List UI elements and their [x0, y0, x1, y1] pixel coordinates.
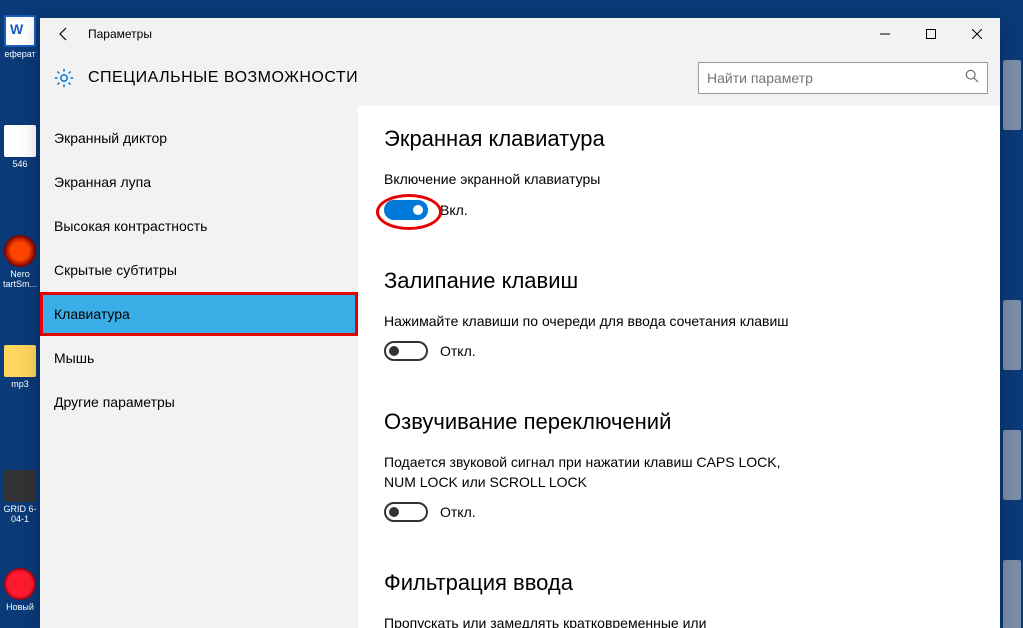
toggle-sticky-keys[interactable] — [384, 341, 428, 361]
toggle-state-text: Вкл. — [440, 202, 468, 218]
window-body: Экранный диктор Экранная лупа Высокая ко… — [40, 106, 1000, 628]
desktop: еферат 546 Nero tartSm... mp3 GRID 6-04-… — [0, 0, 40, 628]
setting-label: Нажимайте клавиши по очереди для ввода с… — [384, 312, 974, 332]
sidebar-item-label: Экранный диктор — [54, 130, 167, 146]
gear-icon — [52, 66, 76, 90]
desktop-right-slice[interactable] — [1003, 560, 1021, 628]
toggle-row: Вкл. — [384, 200, 974, 220]
sidebar-item-closed-captions[interactable]: Скрытые субтитры — [40, 248, 358, 292]
maximize-button[interactable] — [908, 18, 954, 50]
setting-label: Пропускать или замедлять кратковременные… — [384, 614, 814, 628]
content: Экранная клавиатура Включение экранной к… — [358, 106, 1000, 628]
desktop-icon-label: Новый — [6, 602, 34, 612]
search-icon — [965, 69, 979, 88]
desktop-right-slice[interactable] — [1003, 300, 1021, 370]
sidebar-item-label: Мышь — [54, 350, 94, 366]
desktop-icon-label: GRID 6-04-1 — [0, 504, 40, 524]
setting-label: Включение экранной клавиатуры — [384, 170, 974, 190]
sidebar-item-high-contrast[interactable]: Высокая контрастность — [40, 204, 358, 248]
search-input[interactable] — [707, 70, 965, 86]
desktop-icon-nero[interactable]: Nero tartSm... — [0, 235, 40, 289]
toggle-onscreen-keyboard[interactable] — [384, 200, 428, 220]
desktop-icon-word[interactable]: еферат — [0, 15, 40, 59]
desktop-right-icons — [1003, 0, 1023, 628]
desktop-icon-label: 546 — [12, 159, 27, 169]
toggle-state-text: Откл. — [440, 504, 476, 520]
search-box[interactable] — [698, 62, 988, 94]
sidebar-item-label: Другие параметры — [54, 394, 175, 410]
sidebar-item-label: Экранная лупа — [54, 174, 151, 190]
annotation-highlight — [384, 200, 428, 220]
desktop-icon-opera[interactable]: Новый — [0, 568, 40, 612]
section-title-filter-keys: Фильтрация ввода — [384, 570, 974, 596]
setting-label: Подается звуковой сигнал при нажатии кла… — [384, 453, 814, 492]
minimize-button[interactable] — [862, 18, 908, 50]
desktop-right-slice[interactable] — [1003, 430, 1021, 500]
sidebar-item-label: Высокая контрастность — [54, 218, 207, 234]
desktop-icon-txt[interactable]: 546 — [0, 125, 40, 169]
sidebar-item-mouse[interactable]: Мышь — [40, 336, 358, 380]
titlebar: Параметры — [40, 18, 1000, 50]
back-button[interactable] — [40, 18, 88, 50]
desktop-icon-label: Nero tartSm... — [0, 269, 40, 289]
section-title-onscreen-keyboard: Экранная клавиатура — [384, 126, 974, 152]
window-title: Параметры — [88, 27, 152, 41]
desktop-icon-grid[interactable]: GRID 6-04-1 — [0, 470, 40, 524]
sidebar-item-other[interactable]: Другие параметры — [40, 380, 358, 424]
desktop-right-slice[interactable] — [1003, 60, 1021, 130]
toggle-row: Откл. — [384, 341, 974, 361]
toggle-state-text: Откл. — [440, 343, 476, 359]
settings-window: Параметры СПЕЦИАЛЬНЫЕ ВОЗМОЖНОСТИ Экранн… — [40, 18, 1000, 628]
sidebar-item-narrator[interactable]: Экранный диктор — [40, 116, 358, 160]
toggle-toggle-keys[interactable] — [384, 502, 428, 522]
section-title-sticky-keys: Залипание клавиш — [384, 268, 974, 294]
header-title: СПЕЦИАЛЬНЫЕ ВОЗМОЖНОСТИ — [88, 69, 358, 87]
desktop-icon-label: mp3 — [11, 379, 29, 389]
sidebar-item-magnifier[interactable]: Экранная лупа — [40, 160, 358, 204]
sidebar-item-label: Скрытые субтитры — [54, 262, 177, 278]
sidebar-item-label: Клавиатура — [54, 306, 130, 322]
desktop-icon-label: еферат — [4, 49, 35, 59]
close-button[interactable] — [954, 18, 1000, 50]
section-title-toggle-keys: Озвучивание переключений — [384, 409, 974, 435]
toggle-row: Откл. — [384, 502, 974, 522]
header: СПЕЦИАЛЬНЫЕ ВОЗМОЖНОСТИ — [40, 50, 1000, 106]
sidebar-item-keyboard[interactable]: Клавиатура — [40, 292, 358, 336]
desktop-icon-folder[interactable]: mp3 — [0, 345, 40, 389]
sidebar: Экранный диктор Экранная лупа Высокая ко… — [40, 106, 358, 628]
